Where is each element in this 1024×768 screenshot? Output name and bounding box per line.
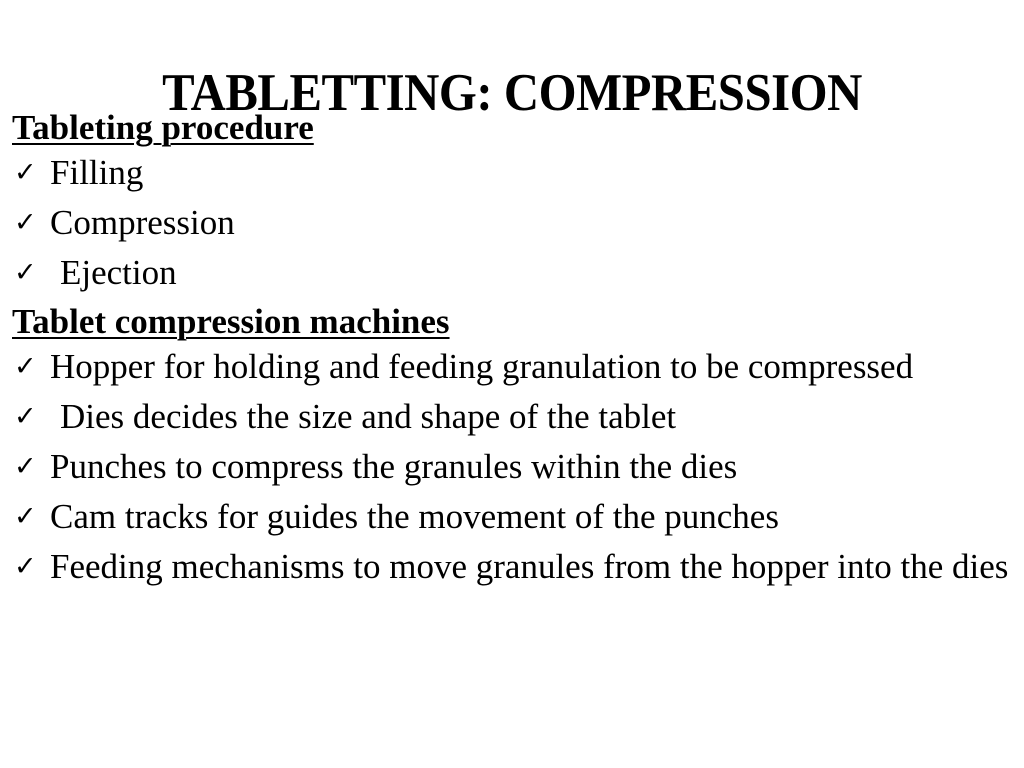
checkmark-icon: ✓ [14, 501, 37, 532]
list-item: ✓ Punches to compress the granules withi… [12, 446, 1014, 487]
list-item: ✓ Filling [12, 152, 1014, 193]
checkmark-icon: ✓ [14, 451, 37, 482]
section-heading-tablet-compression-machines: Tablet compression machines [12, 302, 450, 341]
checkmark-icon: ✓ [14, 351, 37, 382]
list-item-text: Ejection [60, 253, 177, 292]
list-item: ✓ Dies decides the size and shape of the… [12, 396, 1014, 437]
list-item: ✓ Ejection [12, 252, 1014, 293]
list-item-text: Punches to compress the granules within … [50, 447, 738, 486]
checkmark-icon: ✓ [14, 157, 37, 188]
list-item: ✓ Cam tracks for guides the movement of … [12, 496, 1014, 537]
checkmark-icon: ✓ [14, 207, 37, 238]
checkmark-icon: ✓ [14, 257, 37, 288]
section-heading-tableting-procedure: Tableting procedure [12, 108, 314, 147]
list-item-text: Filling [50, 153, 144, 192]
list-item: ✓ Feeding mechanisms to move granules fr… [12, 546, 1014, 587]
list-item-text: Dies decides the size and shape of the t… [60, 397, 677, 436]
list-item-text: Compression [50, 203, 235, 242]
list-item: ✓ Compression [12, 202, 1014, 243]
list-item-text: Hopper for holding and feeding granulati… [50, 347, 914, 386]
list-item: ✓ Hopper for holding and feeding granula… [12, 346, 1014, 387]
checkmark-icon: ✓ [14, 551, 37, 582]
list-item-text: Cam tracks for guides the movement of th… [50, 497, 779, 536]
slide-content: Tableting procedure ✓ Filling ✓ Compress… [12, 103, 1014, 596]
checkmark-icon: ✓ [14, 401, 37, 432]
list-item-text: Feeding mechanisms to move granules from… [50, 547, 1009, 586]
